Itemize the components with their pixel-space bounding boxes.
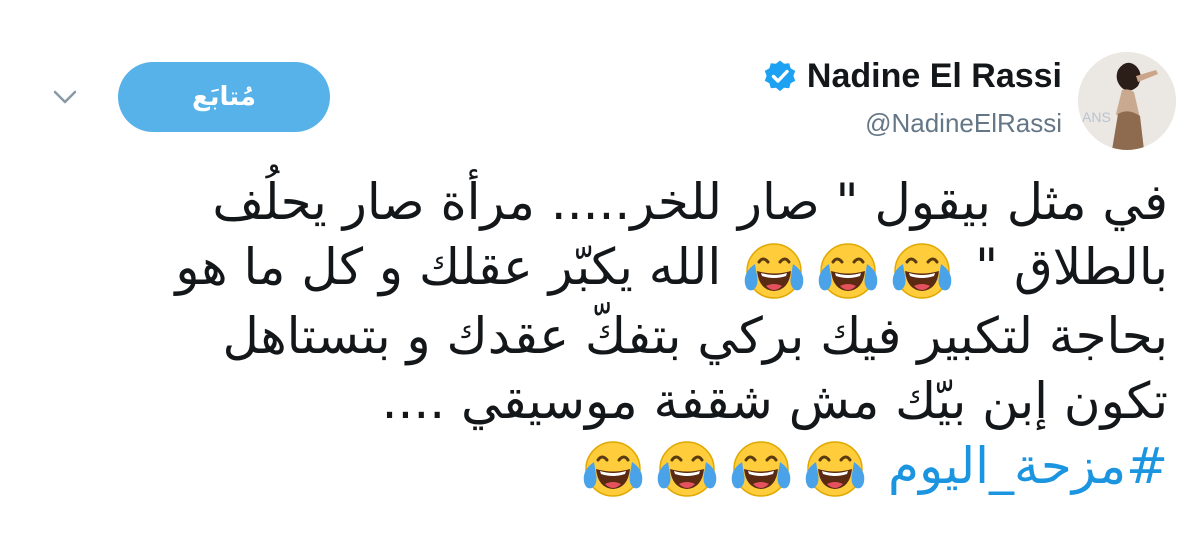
face-with-tears-of-joy-icon (802, 436, 868, 502)
tweet-card: مُتابَع Nadine El Rassi @NadineElRassi A… (0, 0, 1200, 539)
author-display-name[interactable]: Nadine El Rassi (807, 56, 1062, 96)
tweet-line-5: #مزحة_اليوم (48, 434, 1168, 503)
avatar[interactable]: ANS (1078, 52, 1176, 150)
author-handle[interactable]: @NadineElRassi (763, 108, 1062, 138)
tweet-line-4: تكون إبن بيّك مش شقفة موسيقي .... (381, 371, 1168, 430)
emoji-group-hashtag-line (576, 437, 872, 497)
verified-badge-icon (763, 59, 797, 93)
tweet-line-1: في مثل بيقول " صار للخر..... مرأة صار يح… (212, 173, 1168, 231)
following-button[interactable]: مُتابَع (118, 62, 330, 132)
face-with-tears-of-joy-icon (741, 238, 807, 304)
tweet-text: في مثل بيقول " صار للخر..... مرأة صار يح… (48, 170, 1168, 502)
chevron-down-icon[interactable] (48, 80, 82, 114)
author-info: Nadine El Rassi @NadineElRassi (763, 56, 1062, 138)
tweet-line-3: بحاجة لتكبير فيك بركي بتفكّ عقدك و بتستا… (222, 306, 1168, 365)
svg-text:ANS: ANS (1082, 109, 1111, 125)
face-with-tears-of-joy-icon (654, 436, 720, 502)
face-with-tears-of-joy-icon (580, 436, 646, 502)
tweet-line-2-start: بالطلاق " (975, 238, 1168, 296)
face-with-tears-of-joy-icon (728, 436, 794, 502)
emoji-group-line-2 (737, 238, 959, 299)
face-with-tears-of-joy-icon (815, 238, 881, 304)
hashtag-link[interactable]: #مزحة_اليوم (888, 437, 1168, 495)
tweet-line-2: بالطلاق " الله يكبّر عقلك و كل ما هو (48, 235, 1168, 304)
tweet-line-2-end: الله يكبّر عقلك و كل ما هو (175, 238, 722, 296)
face-with-tears-of-joy-icon (889, 238, 955, 304)
